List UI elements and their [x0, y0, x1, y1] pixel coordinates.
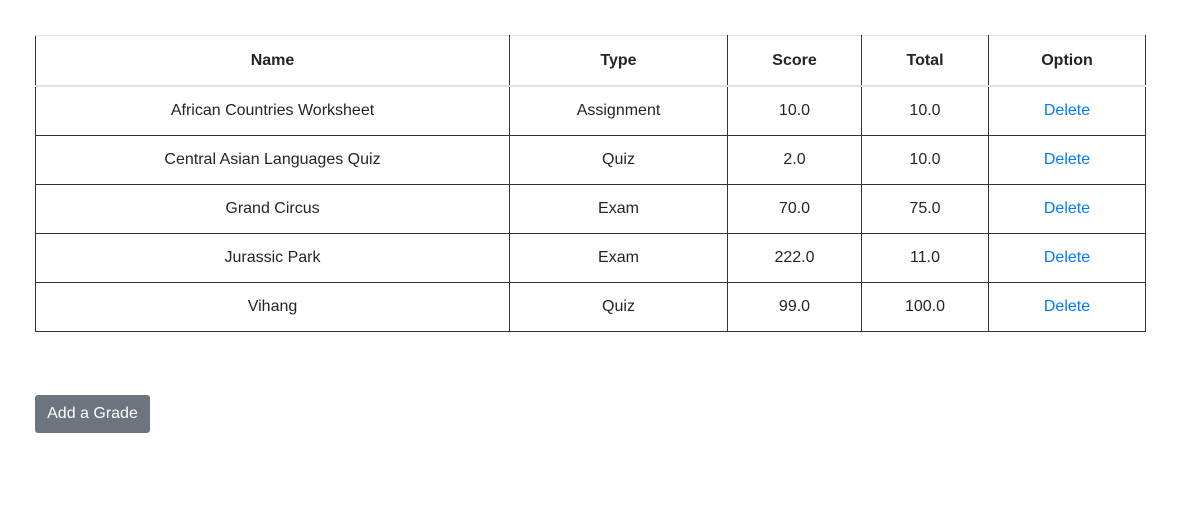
table-row: Grand Circus Exam 70.0 75.0 Delete: [35, 184, 1146, 234]
cell-total: 11.0: [861, 233, 989, 283]
cell-option: Delete: [988, 85, 1146, 136]
cell-name: Vihang: [35, 282, 510, 332]
header-row: Name Type Score Total Option: [35, 35, 1146, 87]
cell-total: 75.0: [861, 184, 989, 234]
header-score: Score: [727, 35, 862, 87]
cell-option: Delete: [988, 135, 1146, 185]
header-total: Total: [861, 35, 989, 87]
cell-option: Delete: [988, 233, 1146, 283]
grades-table: Name Type Score Total Option African Cou…: [35, 35, 1146, 332]
cell-score: 2.0: [727, 135, 862, 185]
cell-type: Assignment: [509, 85, 728, 136]
cell-type: Quiz: [509, 135, 728, 185]
header-option: Option: [988, 35, 1146, 87]
delete-link[interactable]: Delete: [1044, 102, 1090, 119]
cell-option: Delete: [988, 282, 1146, 332]
cell-type: Quiz: [509, 282, 728, 332]
table-row: Central Asian Languages Quiz Quiz 2.0 10…: [35, 135, 1146, 185]
grades-table-container: Name Type Score Total Option African Cou…: [35, 35, 1146, 332]
table-header: Name Type Score Total Option: [35, 35, 1146, 87]
add-grade-button[interactable]: Add a Grade: [35, 395, 150, 433]
cell-name: Central Asian Languages Quiz: [35, 135, 510, 185]
delete-link[interactable]: Delete: [1044, 249, 1090, 266]
delete-link[interactable]: Delete: [1044, 298, 1090, 315]
header-name: Name: [35, 35, 510, 87]
cell-type: Exam: [509, 184, 728, 234]
cell-option: Delete: [988, 184, 1146, 234]
cell-name: African Countries Worksheet: [35, 85, 510, 136]
cell-score: 10.0: [727, 85, 862, 136]
table-row: African Countries Worksheet Assignment 1…: [35, 85, 1146, 136]
table-body: African Countries Worksheet Assignment 1…: [35, 85, 1146, 332]
delete-link[interactable]: Delete: [1044, 200, 1090, 217]
cell-name: Grand Circus: [35, 184, 510, 234]
cell-name: Jurassic Park: [35, 233, 510, 283]
cell-score: 99.0: [727, 282, 862, 332]
cell-score: 70.0: [727, 184, 862, 234]
cell-total: 10.0: [861, 85, 989, 136]
cell-total: 100.0: [861, 282, 989, 332]
cell-total: 10.0: [861, 135, 989, 185]
table-row: Jurassic Park Exam 222.0 11.0 Delete: [35, 233, 1146, 283]
cell-score: 222.0: [727, 233, 862, 283]
delete-link[interactable]: Delete: [1044, 151, 1090, 168]
header-type: Type: [509, 35, 728, 87]
table-row: Vihang Quiz 99.0 100.0 Delete: [35, 282, 1146, 332]
cell-type: Exam: [509, 233, 728, 283]
